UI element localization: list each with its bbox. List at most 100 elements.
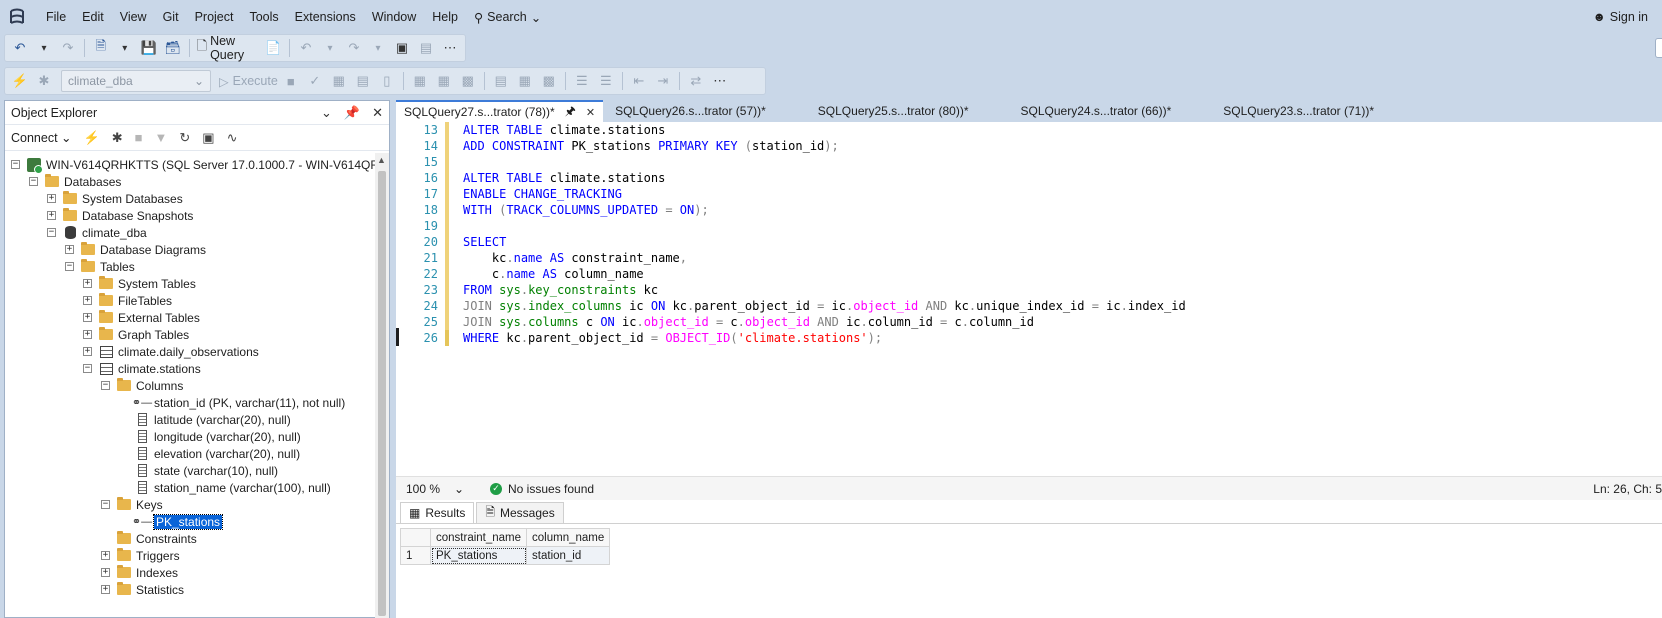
activity-icon[interactable]: ∿ xyxy=(227,130,238,146)
expand-icon[interactable]: + xyxy=(101,551,110,560)
tree-node-columns[interactable]: − Columns xyxy=(101,377,183,394)
chevron-down-icon[interactable]: ▾ xyxy=(33,37,55,59)
tree-node-statistics[interactable]: + Statistics xyxy=(101,581,184,598)
tree-node-indexes[interactable]: + Indexes xyxy=(101,564,178,581)
indent-icon[interactable]: ⇥ xyxy=(652,70,674,92)
menu-extensions[interactable]: Extensions xyxy=(287,4,364,30)
client-stats-icon[interactable]: ▩ xyxy=(457,70,479,92)
disconnect-plug-icon[interactable]: ✱ xyxy=(112,130,123,146)
chevron-down-icon[interactable]: ▾ xyxy=(367,37,389,59)
query-file-icon[interactable]: 📄 xyxy=(262,37,284,59)
expand-icon[interactable]: + xyxy=(47,211,56,220)
scroll-up-icon[interactable]: ▲ xyxy=(377,155,386,165)
tree-node-column-longitude[interactable]: longitude (varchar(20), null) xyxy=(134,428,301,445)
results-grid[interactable]: constraint_name column_name 1 PK_station… xyxy=(400,528,611,565)
tree-node-system-tables[interactable]: + System Tables xyxy=(83,275,196,292)
new-query-button[interactable]: 🗋 New Query xyxy=(195,34,261,62)
pin-icon[interactable]: 📌 xyxy=(344,105,360,121)
collapse-icon[interactable]: − xyxy=(101,500,110,509)
collapse-icon[interactable]: − xyxy=(101,381,110,390)
tree-node-daily-observations[interactable]: + climate.daily_observations xyxy=(83,343,259,360)
menu-git[interactable]: Git xyxy=(155,4,187,30)
database-select[interactable]: climate_dba ⌄ xyxy=(61,70,211,92)
grid-cell[interactable]: PK_stations xyxy=(429,546,528,565)
query-plan-icon[interactable]: ▦ xyxy=(328,70,350,92)
save-icon[interactable]: 💾 xyxy=(138,37,160,59)
tree-node-databases[interactable]: − Databases xyxy=(29,173,121,190)
tree-node-tables[interactable]: − Tables xyxy=(65,258,135,275)
comment-icon[interactable]: ☰ xyxy=(571,70,593,92)
grid-row-number[interactable]: 1 xyxy=(400,546,431,565)
tree-node-triggers[interactable]: + Triggers xyxy=(101,547,180,564)
tree-node-column-latitude[interactable]: latitude (varchar(20), null) xyxy=(134,411,291,428)
tree-node-filetables[interactable]: + FileTables xyxy=(83,292,172,309)
redo-icon[interactable]: ↷ xyxy=(343,37,365,59)
filter-icon[interactable]: ▼ xyxy=(154,130,167,145)
live-stats-icon[interactable]: ▦ xyxy=(433,70,455,92)
expand-icon[interactable]: + xyxy=(83,347,92,356)
connect-button[interactable]: Connect ⌄ xyxy=(11,130,72,145)
new-project-icon[interactable]: 🗎 xyxy=(90,37,112,59)
tree-node-pk-stations[interactable]: ⚭— PK_stations xyxy=(132,513,224,530)
tab-sqlquery25[interactable]: SQLQuery25.s...trator (80))* xyxy=(810,100,977,122)
tree-node-column-station-name[interactable]: station_name (varchar(100), null) xyxy=(134,479,331,496)
more-icon[interactable]: ⋯ xyxy=(439,37,461,59)
tab-sqlquery27[interactable]: SQLQuery27.s...trator (78))* 🖈 ✕ xyxy=(396,100,604,122)
save-all-icon[interactable]: 🗃 xyxy=(162,37,184,59)
refresh-icon[interactable]: ↻ xyxy=(179,130,190,146)
tab-sqlquery23[interactable]: SQLQuery23.s...trator (71))* xyxy=(1215,100,1382,122)
tree-node-stations[interactable]: − climate.stations xyxy=(83,360,201,377)
grid-cell[interactable]: station_id xyxy=(526,546,611,565)
scrollbar-thumb[interactable] xyxy=(378,171,386,616)
menu-search[interactable]: ⚲ Search ⌄ xyxy=(466,10,549,25)
tree-node-constraints[interactable]: Constraints xyxy=(116,530,197,547)
tab-sqlquery24[interactable]: SQLQuery24.s...trator (66))* xyxy=(1013,100,1180,122)
sign-in-button[interactable]: ☻ Sign in xyxy=(1593,0,1648,34)
specify-values-icon[interactable]: ⇄ xyxy=(685,70,707,92)
tree-node-system-databases[interactable]: + System Databases xyxy=(47,190,183,207)
activity-monitor-icon[interactable]: ▣ xyxy=(391,37,413,59)
tree-node-column-state[interactable]: state (varchar(10), null) xyxy=(134,462,278,479)
grid-column-header[interactable]: column_name xyxy=(526,528,611,547)
stop-icon[interactable]: ■ xyxy=(280,70,302,92)
undo-icon[interactable]: ↶ xyxy=(295,37,317,59)
grid-column-header[interactable]: constraint_name xyxy=(429,528,528,547)
include-plan-icon[interactable]: ▦ xyxy=(409,70,431,92)
collapse-icon[interactable]: − xyxy=(83,364,92,373)
menu-tools[interactable]: Tools xyxy=(241,4,286,30)
tab-sqlquery26[interactable]: SQLQuery26.s...trator (57))* xyxy=(607,100,774,122)
results-text-icon[interactable]: ▤ xyxy=(490,70,512,92)
forward-icon[interactable]: ↷ xyxy=(57,37,79,59)
menu-edit[interactable]: Edit xyxy=(74,4,112,30)
results-grid-icon[interactable]: ▦ xyxy=(514,70,536,92)
menu-help[interactable]: Help xyxy=(424,4,466,30)
menu-view[interactable]: View xyxy=(112,4,155,30)
expand-icon[interactable]: + xyxy=(101,585,110,594)
collapse-icon[interactable]: − xyxy=(11,160,20,169)
chevron-down-icon[interactable]: ⌄ xyxy=(321,105,332,121)
expand-icon[interactable]: + xyxy=(83,330,92,339)
properties-icon[interactable]: ▤ xyxy=(415,37,437,59)
tree-node-database-diagrams[interactable]: + Database Diagrams xyxy=(65,241,206,258)
expand-icon[interactable]: + xyxy=(83,313,92,322)
collapse-icon[interactable]: − xyxy=(47,228,56,237)
tree-node-server[interactable]: − WIN-V614QRHKTTS (SQL Server 17.0.1000.… xyxy=(11,156,375,174)
expand-icon[interactable]: + xyxy=(65,245,74,254)
results-file-icon[interactable]: ▩ xyxy=(538,70,560,92)
query-options-icon[interactable]: ▤ xyxy=(352,70,374,92)
outdent-icon[interactable]: ⇤ xyxy=(628,70,650,92)
tree-node-database-snapshots[interactable]: + Database Snapshots xyxy=(47,207,193,224)
close-icon[interactable]: ✕ xyxy=(586,106,595,119)
object-explorer-scrollbar[interactable]: ▲ xyxy=(375,153,389,618)
expand-icon[interactable]: + xyxy=(47,194,56,203)
connect-plug-icon[interactable]: ⚡ xyxy=(84,130,100,146)
tree-node-column-elevation[interactable]: elevation (varchar(20), null) xyxy=(134,445,300,462)
tree-node-graph-tables[interactable]: + Graph Tables xyxy=(83,326,189,343)
toolbar-overflow[interactable] xyxy=(1655,38,1662,58)
tab-results[interactable]: ▦ Results xyxy=(400,502,475,523)
expand-icon[interactable]: + xyxy=(101,568,110,577)
parse-icon[interactable]: ✓ xyxy=(304,70,326,92)
chevron-down-icon[interactable]: ▾ xyxy=(114,37,136,59)
menu-project[interactable]: Project xyxy=(187,4,242,30)
tree-node-column-station-id[interactable]: ⚭— station_id (PK, varchar(11), not null… xyxy=(132,394,345,411)
